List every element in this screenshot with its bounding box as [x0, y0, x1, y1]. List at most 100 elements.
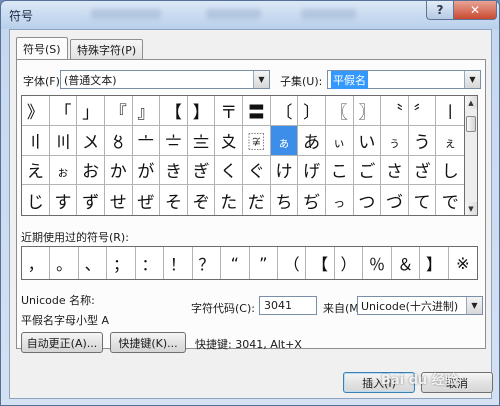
scroll-down-icon[interactable]: ▼ [465, 202, 477, 215]
symbol-cell[interactable]: き [160, 155, 188, 186]
symbol-cell[interactable]: ざ [408, 155, 437, 186]
scroll-thumb[interactable] [466, 116, 476, 132]
symbol-cell[interactable]: け [270, 155, 299, 186]
shortcut-key-button[interactable]: 快捷键(K)... [110, 332, 186, 353]
symbol-cell[interactable]: ぐ [243, 155, 271, 186]
symbol-cell[interactable]: か [104, 155, 133, 186]
symbol-cell[interactable]: 〩 [215, 125, 243, 156]
symbol-cell[interactable]: そ [160, 185, 188, 215]
symbol-cell[interactable]: ち [271, 185, 299, 215]
symbol-cell[interactable]: 「 [49, 96, 78, 126]
recent-symbol-cell[interactable]: ！ [164, 247, 193, 279]
symbol-cell[interactable]: ず [77, 185, 105, 215]
symbol-cell[interactable]: じ [22, 185, 50, 215]
symbol-cell[interactable]: だ [243, 185, 271, 215]
symbol-cell[interactable]: げ [298, 155, 326, 186]
recent-symbol-cell[interactable]: ％ [363, 247, 392, 279]
symbol-cell[interactable]: し [436, 156, 464, 186]
recent-symbol-cell[interactable]: ？ [193, 247, 222, 279]
symbol-cell[interactable]: て [409, 185, 437, 215]
symbol-cell[interactable]: ぢ [298, 185, 326, 215]
recent-symbol-cell[interactable]: 】 [420, 247, 449, 279]
symbol-cell[interactable]: く [215, 155, 243, 186]
symbol-cell[interactable]: ぞ [188, 185, 216, 215]
tab-special-characters[interactable]: 特殊字符(P) [70, 39, 144, 59]
recent-symbol-cell[interactable]: ； [107, 247, 136, 279]
symbol-cell[interactable]: 』 [132, 96, 161, 126]
recent-symbol-cell[interactable]: 、 [79, 247, 108, 279]
recent-symbol-cell[interactable]: （ [278, 247, 307, 279]
symbol-cell[interactable]: 【 [160, 96, 188, 126]
symbol-cell[interactable]: 〧 [160, 125, 188, 156]
recent-symbols[interactable]: ，。、；：！？ “” （【）％＆】 ※ [21, 246, 478, 280]
symbol-cell[interactable]: 〤 [77, 125, 105, 156]
symbol-cell[interactable]: い [353, 125, 382, 156]
symbol-cell[interactable]: 〞 [408, 96, 437, 126]
recent-symbol-cell[interactable]: “ [221, 247, 250, 279]
chevron-down-icon[interactable]: ▼ [466, 297, 482, 314]
symbol-cell[interactable]: つ [354, 185, 382, 215]
symbol-cell[interactable]: 〡 [436, 96, 464, 126]
symbol-cell[interactable]: ぅ [381, 125, 409, 156]
scroll-up-icon[interactable]: ▲ [465, 96, 477, 109]
symbol-cell[interactable]: た [215, 185, 243, 215]
symbol-cell[interactable]: 〕 [298, 96, 326, 126]
symbol-cell[interactable]: づ [381, 185, 409, 215]
chevron-down-icon[interactable]: ▼ [253, 71, 269, 88]
symbol-cell[interactable]: ぎ [187, 155, 216, 186]
symbol-grid-scrollbar[interactable]: ▲ ▼ [465, 95, 478, 216]
recent-symbol-cell[interactable]: ） [335, 247, 364, 279]
symbol-cell[interactable]: う [408, 125, 437, 156]
chevron-down-icon[interactable]: ▼ [464, 71, 480, 88]
symbol-cell[interactable]: 〨 [187, 125, 216, 156]
symbol-cell[interactable]: っ [326, 185, 354, 215]
from-select[interactable]: Unicode(十六进制) ▼ [357, 296, 483, 315]
recent-symbol-cell[interactable]: ” [250, 247, 278, 279]
symbol-cell[interactable]: 〗 [353, 96, 382, 126]
symbol-cell[interactable]: す [50, 185, 78, 215]
title-bar[interactable]: 符号 ? ✕ [1, 1, 499, 29]
symbol-cell[interactable]: 〾 [243, 125, 271, 156]
symbol-cell[interactable]: あ [298, 125, 326, 156]
symbol-grid[interactable]: 》「」『』【】〒〓〔〕〖〗〝〞〡〢〣〤〥〦〧〨〩〾ぁあぃいぅうぇえぉおかがきぎく… [21, 95, 465, 216]
symbol-cell[interactable]: 》 [22, 96, 50, 126]
symbol-cell[interactable]: 〔 [270, 96, 299, 126]
symbol-cell[interactable]: 〦 [132, 125, 161, 156]
symbol-cell[interactable]: 」 [77, 96, 105, 126]
char-code-input[interactable]: 3041 [259, 296, 317, 315]
symbol-cell[interactable]: 〒 [215, 96, 243, 126]
symbol-cell[interactable]: 〝 [381, 96, 409, 126]
symbol-cell[interactable]: 〥 [104, 125, 133, 156]
recent-symbol-cell[interactable]: ＆ [392, 247, 421, 279]
symbol-cell[interactable]: 〣 [49, 125, 78, 156]
recent-symbol-cell[interactable]: ， [22, 247, 51, 279]
symbol-cell[interactable]: ぉ [49, 155, 78, 186]
font-select[interactable]: (普通文本) ▼ [60, 70, 270, 89]
symbol-cell[interactable]: ぇ [436, 126, 464, 156]
autocorrect-button[interactable]: 自动更正(A)... [21, 332, 103, 353]
symbol-cell[interactable]: せ [105, 185, 133, 215]
symbol-cell[interactable]: で [436, 185, 464, 215]
symbol-cell[interactable]: え [22, 155, 50, 186]
symbol-cell[interactable]: 〓 [243, 96, 271, 126]
symbol-cell[interactable]: ぁ [270, 125, 299, 156]
recent-symbol-cell[interactable]: 【 [306, 247, 335, 279]
recent-symbol-cell[interactable]: ： [136, 247, 165, 279]
symbol-cell[interactable]: こ [325, 155, 354, 186]
symbol-cell[interactable]: 『 [104, 96, 133, 126]
symbol-cell[interactable]: さ [381, 155, 409, 186]
symbol-cell[interactable]: ぜ [133, 185, 161, 215]
help-button[interactable]: ? [426, 1, 454, 20]
symbol-cell[interactable]: が [132, 155, 161, 186]
recent-symbol-cell[interactable]: 。 [50, 247, 79, 279]
symbol-cell[interactable]: ぃ [325, 125, 354, 156]
symbol-cell[interactable]: 〢 [22, 125, 50, 156]
symbol-cell[interactable]: 】 [187, 96, 216, 126]
symbol-cell[interactable]: お [77, 155, 105, 186]
symbol-cell[interactable]: 〖 [325, 96, 354, 126]
close-button[interactable]: ✕ [453, 1, 497, 20]
tab-symbols[interactable]: 符号(S) [16, 37, 68, 59]
recent-symbol-cell[interactable]: ※ [449, 247, 477, 279]
symbol-cell[interactable]: ご [353, 155, 382, 186]
subset-select[interactable]: 平假名 ▼ [327, 70, 481, 89]
